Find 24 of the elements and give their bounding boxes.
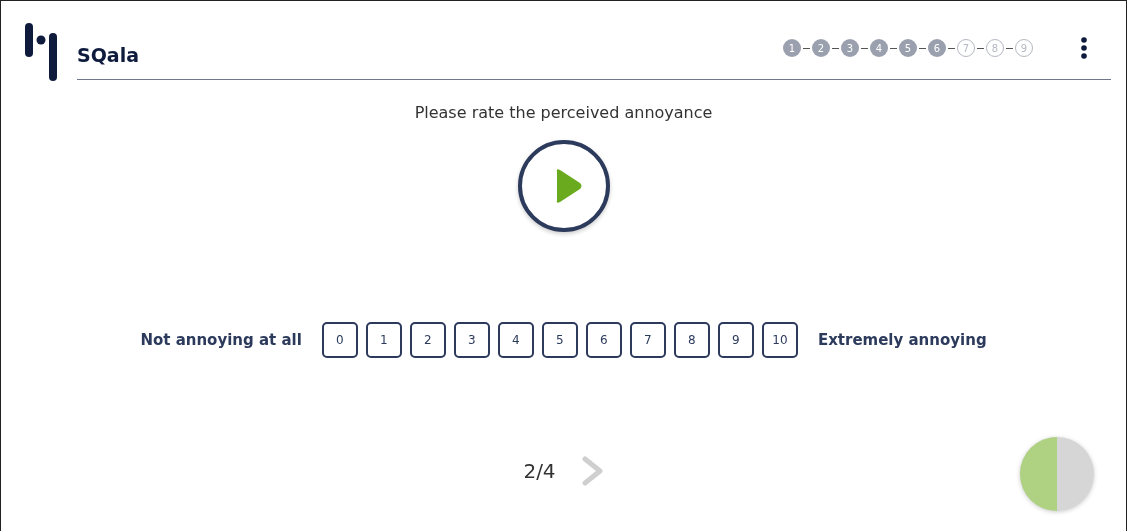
more-menu-icon[interactable] [1081, 37, 1087, 59]
rating-option[interactable]: 0 [321, 322, 358, 358]
rating-option[interactable]: 8 [673, 322, 710, 358]
scale-max-label: Extremely annoying [817, 331, 987, 349]
step-indicator: 6 [928, 39, 946, 57]
rating-option[interactable]: 3 [453, 322, 490, 358]
app-title: SQala [77, 44, 140, 66]
rating-option[interactable]: 10 [761, 322, 798, 358]
step-indicator: 5 [899, 39, 917, 57]
step-indicator: 4 [870, 39, 888, 57]
rating-option[interactable]: 4 [497, 322, 534, 358]
step-indicator: 2 [812, 39, 830, 57]
step-indicator: 1 [783, 39, 801, 57]
step-indicator: 3 [841, 39, 859, 57]
rating-option[interactable]: 1 [365, 322, 402, 358]
rating-option[interactable]: 2 [409, 322, 446, 358]
rating-option[interactable]: 7 [629, 322, 666, 358]
rating-option[interactable]: 6 [585, 322, 622, 358]
scale-min-label: Not annoying at all [140, 331, 302, 349]
rating-option[interactable]: 5 [541, 322, 578, 358]
question-text: Please rate the perceived annoyance [414, 103, 713, 122]
rating-option[interactable]: 9 [717, 322, 754, 358]
page-counter: 2/4 [523, 459, 556, 483]
logo-icon [25, 23, 59, 81]
